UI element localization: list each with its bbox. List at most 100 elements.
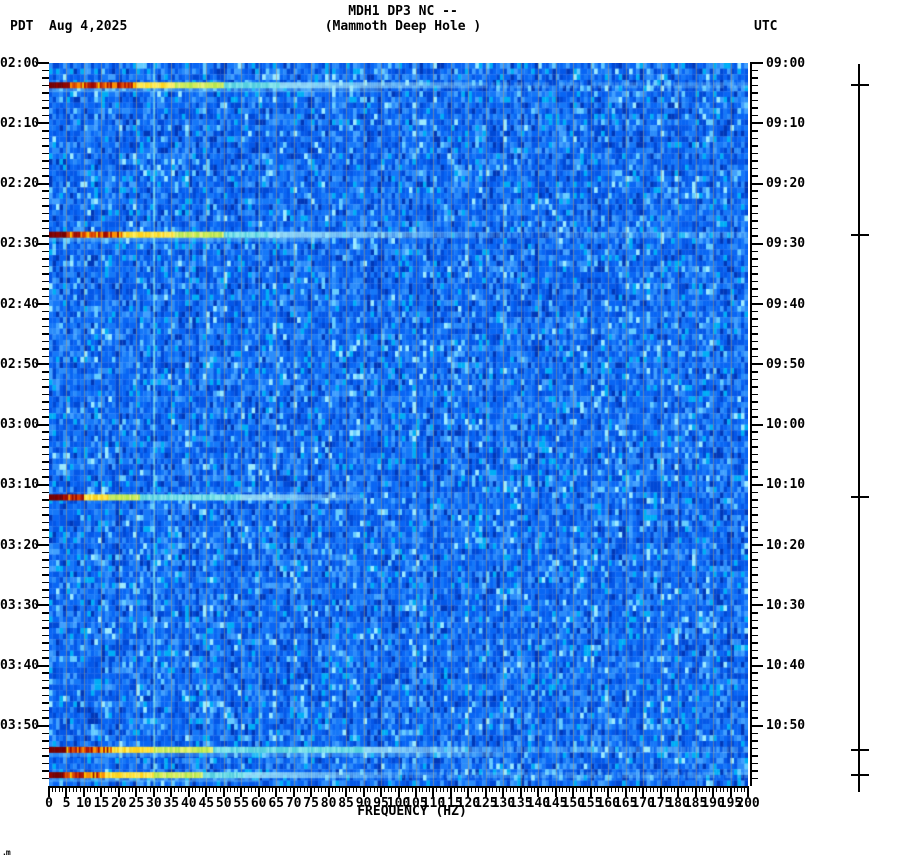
right-axis-minor-tick: [750, 717, 758, 719]
right-axis-minor-tick: [750, 378, 758, 381]
right-axis-minor-tick: [750, 371, 758, 373]
right-axis-minor-tick: [750, 386, 758, 388]
frequency-minor-tick: [373, 786, 375, 792]
frequency-minor-tick: [314, 786, 316, 792]
right-axis-minor-tick: [750, 280, 758, 283]
left-axis-minor-tick: [42, 521, 49, 524]
frequency-minor-tick: [429, 786, 431, 792]
left-axis-minor-tick: [42, 649, 49, 652]
right-axis-minor-tick: [750, 619, 758, 622]
frequency-minor-tick: [600, 786, 602, 792]
right-axis-minor-tick: [750, 672, 758, 674]
left-axis-minor-tick: [42, 740, 49, 742]
frequency-minor-tick: [163, 786, 165, 792]
right-axis-minor-tick: [750, 687, 758, 689]
frequency-minor-tick: [331, 786, 333, 792]
left-axis-minor-tick: [42, 431, 49, 433]
frequency-minor-tick: [411, 786, 413, 792]
frequency-minor-tick: [527, 786, 529, 792]
right-axis-minor-tick: [750, 770, 758, 772]
right-axis-minor-tick: [750, 657, 758, 659]
left-axis-minor-tick: [42, 310, 49, 313]
right-axis-minor-tick: [750, 649, 758, 652]
left-axis-minor-tick: [42, 227, 49, 230]
right-axis-label: 09:00: [766, 55, 806, 71]
frequency-minor-tick: [156, 786, 158, 792]
frequency-minor-tick: [541, 786, 543, 792]
left-time-axis: 02:00 02:10 02:20 02:30 02:40 02:50 03:00 03:10…: [0, 56, 49, 786]
frequency-minor-tick: [114, 786, 116, 792]
frequency-minor-tick: [286, 786, 288, 792]
frequency-minor-tick: [611, 786, 613, 792]
left-axis-minor-tick: [42, 453, 49, 456]
frequency-minor-tick: [632, 786, 634, 792]
frequency-minor-tick: [702, 786, 704, 792]
frequency-minor-tick: [478, 786, 480, 792]
left-axis-minor-tick: [42, 197, 49, 200]
right-axis-major-tick: [750, 604, 763, 607]
left-axis-minor-tick: [42, 566, 49, 569]
right-axis-minor-tick: [750, 92, 758, 94]
frequency-minor-tick: [279, 786, 281, 792]
frequency-minor-tick: [202, 786, 204, 792]
right-axis-major-tick: [750, 303, 763, 305]
frequency-minor-tick: [436, 786, 438, 792]
right-axis-minor-tick: [750, 137, 758, 140]
left-axis-minor-tick: [42, 84, 49, 87]
frequency-minor-tick: [464, 786, 466, 792]
frequency-minor-tick: [209, 786, 211, 792]
frequency-minor-tick: [184, 786, 186, 792]
frequency-minor-tick: [457, 786, 459, 792]
left-axis-minor-tick: [42, 371, 49, 373]
frequency-minor-tick: [272, 786, 274, 792]
left-axis-minor-tick: [42, 589, 49, 591]
left-axis-label: 03:00: [0, 417, 40, 432]
right-axis-major-tick: [750, 363, 763, 366]
frequency-minor-tick: [705, 786, 707, 792]
right-axis-minor-tick: [750, 77, 758, 79]
left-axis-minor-tick: [42, 295, 49, 298]
frequency-minor-tick: [198, 786, 200, 792]
left-axis-minor-tick: [42, 205, 49, 207]
frequency-minor-tick: [132, 786, 134, 792]
frequency-minor-tick: [418, 786, 420, 792]
right-axis-label: 09:10: [766, 115, 806, 131]
right-axis-minor-tick: [750, 476, 758, 478]
right-axis-minor-tick: [750, 431, 758, 433]
frequency-minor-tick: [495, 786, 497, 792]
frequency-minor-tick: [349, 786, 351, 792]
left-axis-minor-tick: [42, 160, 49, 162]
frequency-minor-tick: [530, 786, 532, 792]
frequency-minor-tick: [79, 786, 81, 792]
left-axis-label: 02:00: [0, 55, 40, 71]
frequency-minor-tick: [744, 786, 745, 792]
left-axis-minor-tick: [42, 612, 49, 614]
frequency-minor-tick: [551, 786, 553, 792]
right-axis-minor-tick: [750, 702, 758, 704]
frequency-minor-tick: [268, 786, 270, 792]
frequency-minor-tick: [69, 786, 71, 792]
spectrogram-heatmap: [49, 63, 748, 786]
frequency-minor-tick: [488, 786, 490, 792]
right-axis-minor-tick: [750, 634, 758, 637]
left-axis-minor-tick: [42, 107, 49, 109]
frequency-minor-tick: [219, 786, 221, 792]
right-axis-minor-tick: [750, 762, 758, 765]
frequency-minor-tick: [681, 786, 683, 792]
left-axis-minor-tick: [42, 709, 49, 712]
right-axis-minor-tick: [750, 559, 758, 561]
right-axis-minor-tick: [750, 273, 758, 275]
frequency-minor-tick: [377, 786, 379, 792]
right-axis-minor-tick: [750, 355, 758, 358]
right-time-axis: 09:00 09:10 09:20 09:30 09:40 09:50 10:00 10:10…: [748, 56, 858, 786]
timezone-left-label: PDT: [10, 19, 34, 34]
frequency-minor-tick: [251, 786, 253, 792]
right-axis-minor-tick: [750, 755, 758, 757]
left-axis-minor-tick: [42, 581, 49, 584]
frequency-minor-tick: [523, 786, 525, 792]
left-axis-minor-tick: [42, 574, 49, 576]
right-axis-minor-tick: [750, 596, 758, 599]
left-axis-minor-tick: [42, 288, 49, 290]
frequency-minor-tick: [282, 786, 284, 792]
left-axis-minor-tick: [42, 551, 49, 554]
